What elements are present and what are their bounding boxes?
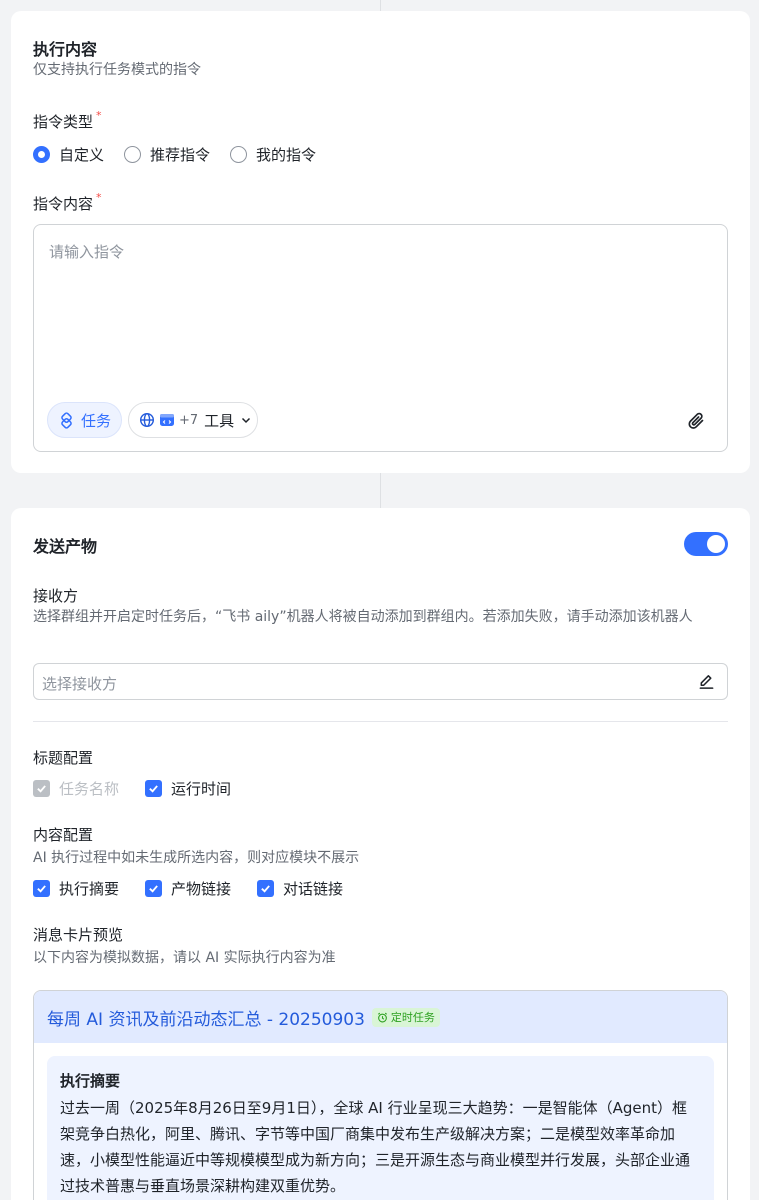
radio-custom-label: 自定义 xyxy=(59,145,105,164)
scheduled-task-badge-label: 定时任务 xyxy=(390,1011,435,1024)
scheduled-task-badge: 定时任务 xyxy=(371,1007,440,1027)
required-mark: * xyxy=(96,191,102,204)
execution-title: 执行内容 xyxy=(33,40,98,59)
preview-summary-text: 过去一周（2025年8月26日至9月1日），全球 AI 行业呈现三大趋势：一是智… xyxy=(60,1099,691,1195)
checkbox-output-link-label: 产物链接 xyxy=(171,879,232,898)
checkbox-exec-summary[interactable]: 执行摘要 xyxy=(33,878,119,899)
receiver-label: 接收方 xyxy=(33,587,79,605)
checkbox-task-name-label: 任务名称 xyxy=(59,779,120,798)
chevron-down-icon xyxy=(242,417,251,424)
checkbox-chat-link-box[interactable] xyxy=(257,879,275,897)
radio-custom-dot[interactable] xyxy=(33,145,50,163)
checkbox-task-name: 任务名称 xyxy=(33,778,119,799)
tools-dropdown-button[interactable]: +7 工具 xyxy=(128,402,258,438)
checkbox-run-time-box[interactable] xyxy=(145,779,163,797)
receiver-description: 选择群组并开启定时任务后，“飞书 aily”机器人将被自动添加到群组内。若添加失… xyxy=(33,609,693,625)
preview-description: 以下内容为模拟数据，请以 AI 实际执行内容为准 xyxy=(33,950,336,966)
execution-subtitle: 仅支持执行任务模式的指令 xyxy=(33,62,201,78)
checkbox-chat-link-label: 对话链接 xyxy=(283,879,344,898)
title-config-options: 任务名称 运行时间 xyxy=(33,778,257,798)
instruction-content-label: 指令内容 * xyxy=(33,191,102,213)
required-mark: * xyxy=(96,109,102,122)
checkbox-task-name-box xyxy=(33,779,50,797)
title-config-label: 标题配置 xyxy=(33,749,94,767)
task-button-label: 任务 xyxy=(80,411,111,430)
radio-custom[interactable]: 自定义 xyxy=(33,144,104,165)
preview-label: 消息卡片预览 xyxy=(33,926,124,944)
preview-card-header: 每周 AI 资讯及前沿动态汇总 - 20250903 定时任务 xyxy=(34,991,727,1043)
message-card-preview: 每周 AI 资讯及前沿动态汇总 - 20250903 定时任务 执行摘要 过去一… xyxy=(33,990,728,1200)
send-output-toggle[interactable] xyxy=(684,532,728,556)
instruction-type-radio-group: 自定义 推荐指令 我的指令 xyxy=(33,144,336,164)
receiver-select[interactable]: 选择接收方 xyxy=(33,663,728,700)
preview-summary-title: 执行摘要 xyxy=(60,1072,121,1090)
radio-mine-label: 我的指令 xyxy=(256,145,317,164)
checkbox-output-link-box[interactable] xyxy=(145,879,163,897)
instruction-type-label: 指令类型 * xyxy=(33,109,102,131)
alarm-clock-icon xyxy=(377,1012,387,1022)
checkbox-output-link[interactable]: 产物链接 xyxy=(145,878,231,899)
flow-connector-top xyxy=(380,0,381,11)
instruction-input[interactable]: 请输入指令 任务 +7 工具 xyxy=(33,224,728,452)
radio-recommended-dot[interactable] xyxy=(124,145,142,163)
checkmark-icon xyxy=(149,784,158,793)
code-block-icon xyxy=(160,414,174,426)
checkmark-icon xyxy=(149,884,158,893)
execution-card: 执行内容 仅支持执行任务模式的指令 指令类型 * 自定义 推荐指令 我的指令 指令… xyxy=(11,11,750,473)
checkbox-run-time-label: 运行时间 xyxy=(171,779,232,798)
radio-mine-dot[interactable] xyxy=(230,145,248,163)
checkbox-exec-summary-box[interactable] xyxy=(33,879,50,897)
radio-recommended[interactable]: 推荐指令 xyxy=(124,144,210,165)
edit-icon[interactable] xyxy=(698,673,715,690)
radio-mine[interactable]: 我的指令 xyxy=(230,144,316,165)
tools-label: 工具 xyxy=(204,411,235,430)
task-icon xyxy=(61,411,72,429)
checkbox-chat-link[interactable]: 对话链接 xyxy=(257,878,343,899)
tools-count: +7 xyxy=(179,412,199,428)
globe-icon xyxy=(139,412,155,428)
checkbox-exec-summary-label: 执行摘要 xyxy=(59,879,120,898)
send-output-title: 发送产物 xyxy=(33,537,98,556)
instruction-placeholder: 请输入指令 xyxy=(49,243,125,261)
content-config-options: 执行摘要 产物链接 对话链接 xyxy=(33,878,369,898)
checkmark-icon xyxy=(37,784,46,793)
flow-connector-middle xyxy=(380,473,381,508)
checkbox-run-time[interactable]: 运行时间 xyxy=(145,778,231,799)
checkmark-icon xyxy=(37,884,46,893)
receiver-placeholder: 选择接收方 xyxy=(42,675,118,693)
content-config-label: 内容配置 xyxy=(33,826,94,844)
task-button[interactable]: 任务 xyxy=(47,402,122,438)
preview-summary-block: 执行摘要 过去一周（2025年8月26日至9月1日），全球 AI 行业呈现三大趋… xyxy=(47,1056,714,1200)
checkmark-icon xyxy=(261,884,270,893)
send-output-card: 发送产物 接收方 选择群组并开启定时任务后，“飞书 aily”机器人将被自动添加… xyxy=(11,508,750,1200)
radio-recommended-label: 推荐指令 xyxy=(150,145,211,164)
attachment-icon[interactable] xyxy=(687,411,707,431)
preview-card-title: 每周 AI 资讯及前沿动态汇总 - 20250903 xyxy=(47,1009,365,1030)
section-divider xyxy=(33,721,728,722)
content-config-description: AI 执行过程中如未生成所选内容，则对应模块不展示 xyxy=(33,850,360,866)
